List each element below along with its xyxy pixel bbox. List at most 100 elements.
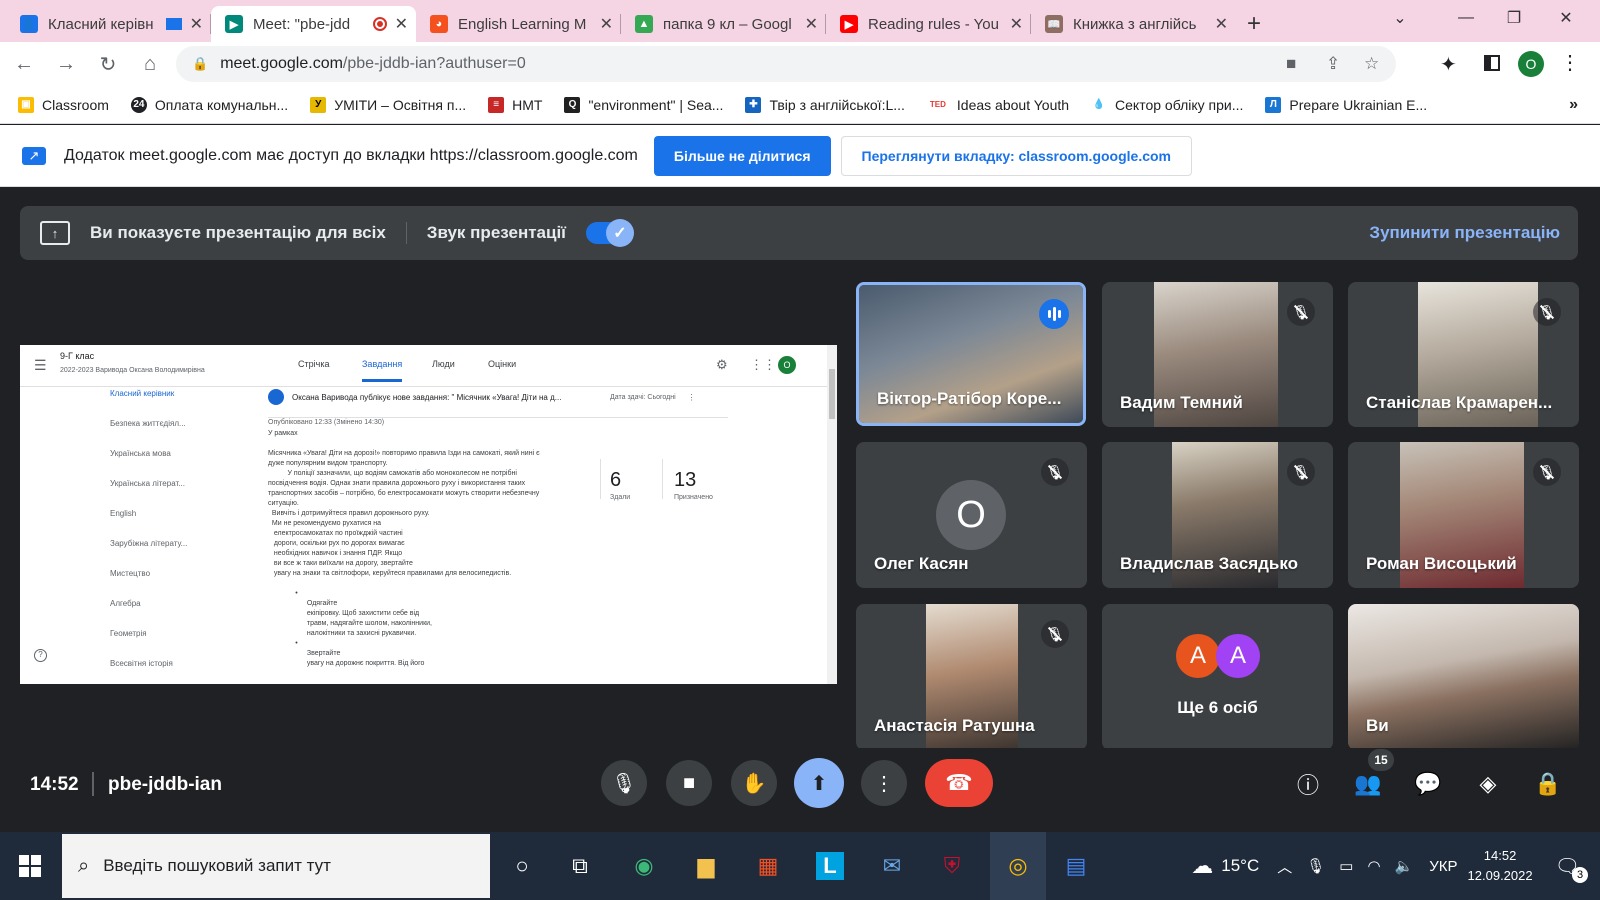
tab-search-icon[interactable]: ⌄ xyxy=(1378,0,1422,36)
wifi-icon[interactable]: ◠ xyxy=(1367,857,1380,875)
close-tab-icon[interactable]: ✕ xyxy=(600,14,613,34)
sidebar-item[interactable]: Безпека життєдіял... xyxy=(110,419,186,428)
more-options-icon[interactable]: ⋮ xyxy=(688,393,696,402)
people-icon[interactable]: 👥 xyxy=(1352,768,1384,800)
bookmark-item[interactable]: ▣ Classroom xyxy=(18,96,109,113)
address-bar[interactable]: 🔒 meet.google.com/pbe-jddb-ian?authuser=… xyxy=(176,46,1396,82)
extensions-icon[interactable]: ✦ xyxy=(1440,52,1457,77)
taskbar-clock[interactable]: 14:52 12.09.2022 xyxy=(1468,846,1533,886)
assigned-stat[interactable]: 13 Призначено xyxy=(674,469,713,501)
sidebar-item[interactable]: Українська літерат... xyxy=(110,479,185,488)
camera-icon[interactable]: ■ xyxy=(1286,54,1296,74)
taskbar-search-box[interactable]: ⌕ Введіть пошуковий запит тут xyxy=(62,834,490,898)
close-tab-icon[interactable]: ✕ xyxy=(805,14,818,34)
presentation-audio-toggle[interactable]: ✓ xyxy=(585,219,634,247)
browser-tab[interactable]: 👤 Класний керівн ✕ xyxy=(6,6,211,42)
leave-call-button[interactable]: ☎ xyxy=(925,759,993,807)
meeting-details-icon[interactable]: ⓘ xyxy=(1292,768,1324,800)
bookmark-item[interactable]: Л Prepare Ukrainian E... xyxy=(1265,96,1427,113)
volume-icon[interactable]: 🔈 xyxy=(1395,857,1414,875)
bookmark-star-icon[interactable]: ☆ xyxy=(1364,54,1379,74)
new-tab-button[interactable]: + xyxy=(1236,6,1272,42)
minimize-button[interactable]: — xyxy=(1444,0,1488,36)
back-icon[interactable]: ← xyxy=(6,46,42,82)
sidebar-item[interactable]: Алгебра xyxy=(110,599,141,608)
microsoft-store-icon[interactable]: ▦ xyxy=(744,842,792,890)
sidebar-item[interactable]: Класний керівник xyxy=(110,389,174,398)
microphone-button[interactable]: 🎙 xyxy=(601,760,647,806)
bookmark-item[interactable]: ✚ Твір з англійської:L... xyxy=(745,96,905,113)
scrollbar[interactable] xyxy=(827,345,837,684)
participant-tile[interactable]: 🎙 Вадим Темний xyxy=(1102,282,1333,427)
present-button[interactable]: ⬆ xyxy=(794,758,844,808)
bookmark-item[interactable]: У УМІТИ – Освітня п... xyxy=(310,96,466,113)
classroom-user-avatar[interactable]: О xyxy=(778,356,796,374)
assignment-header[interactable]: Оксана Варивода публікує нове завдання: … xyxy=(268,389,728,405)
edge-browser-icon[interactable]: ◉ xyxy=(620,842,668,890)
tab-stream[interactable]: Стрічка xyxy=(298,359,329,369)
settings-gear-icon[interactable]: ⚙ xyxy=(716,357,728,373)
mail-icon[interactable]: ✉ xyxy=(868,842,916,890)
task-view-icon[interactable]: ⧉ xyxy=(556,842,604,890)
cortana-icon[interactable]: ○ xyxy=(498,842,546,890)
side-panel-icon[interactable] xyxy=(1484,55,1500,71)
sidebar-item[interactable]: English xyxy=(110,509,136,518)
menu-icon[interactable]: ⋮ xyxy=(1560,50,1580,75)
more-bookmarks-icon[interactable]: » xyxy=(1569,96,1578,114)
bookmark-item[interactable]: 💧 Сектор обліку при... xyxy=(1091,97,1244,113)
close-tab-icon[interactable]: ✕ xyxy=(1215,14,1228,34)
sidebar-item[interactable]: Зарубіжна літерату... xyxy=(110,539,187,548)
weather-cloud-icon[interactable]: ☁ xyxy=(1191,853,1213,879)
restore-button[interactable]: ❐ xyxy=(1492,0,1536,36)
close-tab-icon[interactable]: ✕ xyxy=(1010,14,1023,34)
participant-tile[interactable]: 🎙 Владислав Засядько xyxy=(1102,442,1333,588)
sidebar-item[interactable]: Українська мова xyxy=(110,449,171,458)
browser-tab[interactable]: ◕ English Learning M ✕ xyxy=(416,6,621,42)
browser-tab[interactable]: 📖 Книжка з англійсь ✕ xyxy=(1031,6,1236,42)
stop-presenting-button[interactable]: Зупинити презентацію xyxy=(1369,223,1560,243)
microphone-tray-icon[interactable]: 🎙 xyxy=(1306,857,1325,875)
raise-hand-button[interactable]: ✋ xyxy=(731,760,777,806)
participant-tile[interactable]: 🎙 Анастасія Ратушна xyxy=(856,604,1087,750)
file-explorer-icon[interactable]: ▆ xyxy=(682,842,730,890)
home-icon[interactable]: ⌂ xyxy=(132,46,168,82)
browser-tab-active[interactable]: ▶ Meet: "pbe-jdd ✕ xyxy=(211,6,416,42)
more-participants-tile[interactable]: A A Ще 6 осіб xyxy=(1102,604,1333,750)
chrome-icon[interactable]: ◎ xyxy=(990,832,1046,900)
docs-icon[interactable]: ▤ xyxy=(1052,842,1100,890)
apps-grid-icon[interactable]: ⋮⋮ xyxy=(750,357,776,373)
stop-sharing-button[interactable]: Більше не ділитися xyxy=(653,135,831,176)
hamburger-menu-icon[interactable]: ☰ xyxy=(34,357,47,374)
show-hidden-icons-icon[interactable]: ︿ xyxy=(1277,856,1292,877)
bookmark-item[interactable]: ≡ НМТ xyxy=(488,96,542,113)
browser-tab[interactable]: ▶ Reading rules - You ✕ xyxy=(826,6,1031,42)
sidebar-item[interactable]: Мистецтво xyxy=(110,569,150,578)
bookmark-item[interactable]: TED Ideas about Youth xyxy=(927,97,1069,113)
camera-button[interactable]: ■ xyxy=(666,760,712,806)
app-l-icon[interactable]: L xyxy=(806,842,854,890)
participant-tile[interactable]: Віктор-Ратібор Коре... xyxy=(856,282,1086,426)
notifications-icon[interactable]: 🗨 3 xyxy=(1555,854,1588,883)
sidebar-item[interactable]: Геометрія xyxy=(110,629,147,638)
profile-avatar[interactable]: O xyxy=(1518,51,1544,77)
help-icon[interactable]: ? xyxy=(34,649,47,662)
tab-classwork[interactable]: Завдання xyxy=(362,359,403,382)
input-language[interactable]: УКР xyxy=(1429,858,1457,875)
windows-start-button[interactable] xyxy=(0,832,60,900)
self-view-tile[interactable]: Ви xyxy=(1348,604,1579,750)
close-tab-icon[interactable]: ✕ xyxy=(190,14,203,34)
chat-icon[interactable]: 💬 xyxy=(1412,768,1444,800)
mcafee-icon[interactable]: ⛨ xyxy=(928,842,976,890)
activities-icon[interactable]: ◈ xyxy=(1472,768,1504,800)
share-icon[interactable]: ⇪ xyxy=(1326,54,1340,74)
view-shared-tab-button[interactable]: Переглянути вкладку: classroom.google.co… xyxy=(840,135,1193,176)
close-tab-icon[interactable]: ✕ xyxy=(395,14,408,34)
turned-in-stat[interactable]: 6 Здали xyxy=(610,469,630,501)
participant-tile[interactable]: 🎙 Станіслав Крамарен... xyxy=(1348,282,1579,427)
bookmark-item[interactable]: Q "environment" | Sea... xyxy=(564,96,723,113)
tab-people[interactable]: Люди xyxy=(432,359,455,369)
temperature[interactable]: 15°C xyxy=(1221,856,1259,876)
browser-tab[interactable]: ▲ папка 9 кл – Googl ✕ xyxy=(621,6,826,42)
forward-icon[interactable]: → xyxy=(48,46,84,82)
battery-icon[interactable]: ▭ xyxy=(1339,857,1353,875)
